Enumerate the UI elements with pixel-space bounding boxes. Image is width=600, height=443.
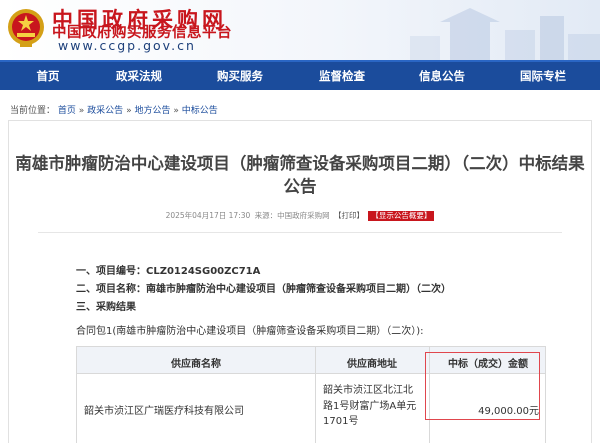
national-emblem-icon bbox=[8, 9, 44, 47]
nav-item-home[interactable]: 首页 bbox=[13, 62, 83, 90]
table-cell-award-amount: 49,000.00元 bbox=[478, 406, 539, 417]
breadcrumb-separator: » bbox=[126, 106, 132, 116]
address-line: 韶关市浈江区北江北 bbox=[323, 385, 413, 396]
publish-date: 2025年04月17日 17:30 bbox=[165, 211, 251, 220]
article-meta: 2025年04月17日 17:30 来源：中国政府采购网 【打印】 【显示公告概… bbox=[0, 210, 600, 221]
breadcrumb-local-notices[interactable]: 地方公告 bbox=[134, 103, 170, 116]
breadcrumb: 当前位置： 首页 » 政采公告 » 地方公告 » 中标公告 bbox=[10, 103, 218, 117]
breadcrumb-award-notices[interactable]: 中标公告 bbox=[182, 103, 218, 116]
project-number-label: 一、项目编号： bbox=[76, 266, 146, 277]
header-banner: 中国政府采购网 中国政府购买服务信息平台 www.ccgp.gov.cn bbox=[0, 0, 600, 60]
title-divider bbox=[38, 232, 562, 233]
header-award-amount: 中标（成交）金额 bbox=[448, 359, 528, 370]
contract-package-note: 合同包1(南雄市肿瘤防治中心建设项目（肿瘤筛查设备采购项目二期）（二次）): bbox=[76, 326, 424, 337]
table-cell-supplier-name: 韶关市浈江区广瑞医疗科技有限公司 bbox=[84, 406, 244, 417]
breadcrumb-label: 当前位置： bbox=[10, 106, 56, 116]
breadcrumb-separator: » bbox=[173, 106, 179, 116]
nav-item-supervision[interactable]: 监督检查 bbox=[307, 62, 377, 90]
article-title: 南雄市肿瘤防治中心建设项目（肿瘤筛查设备采购项目二期）（二次）中标结果公告 bbox=[15, 154, 585, 196]
site-url[interactable]: www.ccgp.gov.cn bbox=[58, 38, 196, 53]
header-supplier-name: 供应商名称 bbox=[171, 359, 221, 370]
breadcrumb-separator: » bbox=[78, 106, 85, 116]
nav-item-announcements[interactable]: 信息公告 bbox=[407, 62, 477, 90]
nav-item-purchase-services[interactable]: 购买服务 bbox=[205, 62, 275, 90]
procurement-result-heading: 三、采购结果 bbox=[76, 302, 136, 313]
table-cell-supplier-address: 韶关市浈江区北江北 路1号财富广场A单元 1701号 bbox=[323, 383, 416, 430]
show-summary-button[interactable]: 【显示公告概要】 bbox=[368, 211, 435, 221]
result-table: 供应商名称 供应商地址 中标（成交）金额 韶关市浈江区广瑞医疗科技有限公司 韶关… bbox=[76, 346, 546, 443]
breadcrumb-home[interactable]: 首页 bbox=[58, 103, 76, 116]
project-name-label: 二、项目名称： bbox=[76, 284, 146, 295]
breadcrumb-procurement-notices[interactable]: 政采公告 bbox=[87, 103, 123, 116]
nav-item-international[interactable]: 国际专栏 bbox=[508, 62, 578, 90]
print-link[interactable]: 【打印】 bbox=[334, 211, 364, 220]
project-number-value: CLZ0124SG00ZC71A bbox=[146, 266, 261, 277]
address-line: 路1号财富广场A单元 bbox=[323, 400, 417, 412]
project-name-line: 二、项目名称：南雄市肿瘤防治中心建设项目（肿瘤筛查设备采购项目二期）（二次） bbox=[76, 280, 451, 295]
project-number-line: 一、项目编号：CLZ0124SG00ZC71A bbox=[76, 262, 260, 277]
building-skyline-decoration bbox=[410, 8, 600, 60]
nav-item-regulations[interactable]: 政采法规 bbox=[104, 62, 174, 90]
main-nav: 首页 政采法规 购买服务 监督检查 信息公告 国际专栏 bbox=[0, 60, 600, 90]
address-line: 1701号 bbox=[323, 416, 359, 427]
project-name-value: 南雄市肿瘤防治中心建设项目（肿瘤筛查设备采购项目二期）（二次） bbox=[146, 284, 451, 295]
article-source: 来源：中国政府采购网 bbox=[254, 211, 330, 220]
header-supplier-address: 供应商地址 bbox=[347, 359, 397, 370]
